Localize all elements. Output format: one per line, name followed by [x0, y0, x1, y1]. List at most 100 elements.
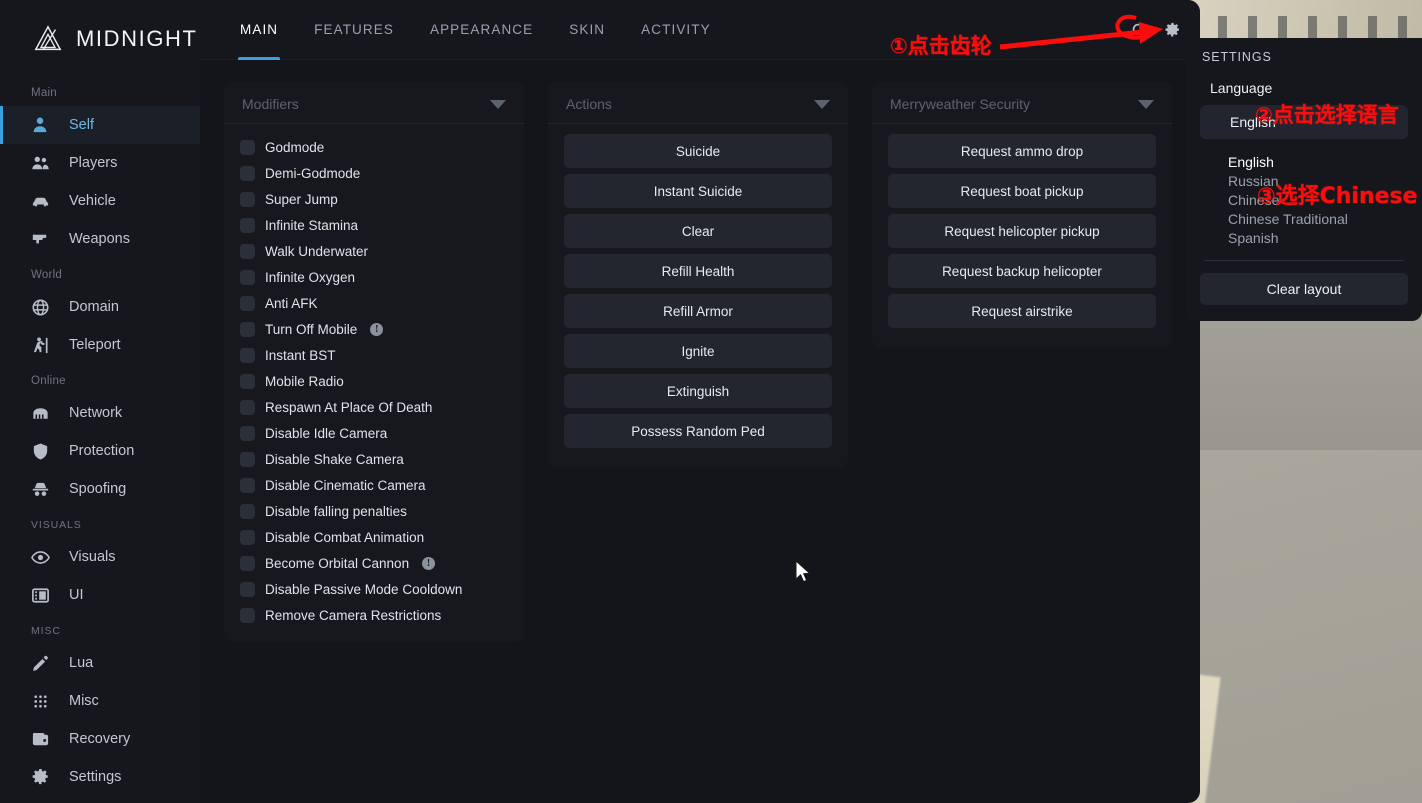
sidebar-item-label: Misc: [69, 693, 99, 709]
sidebar-item-visuals[interactable]: Visuals: [0, 538, 200, 576]
topbar-actions: [1129, 0, 1182, 60]
action-button[interactable]: Request boat pickup: [888, 174, 1156, 208]
checkbox-icon[interactable]: [240, 139, 255, 155]
gear-icon[interactable]: [1162, 20, 1182, 40]
sidebar-item-ui[interactable]: UI: [0, 576, 200, 614]
sidebar-item-spoofing[interactable]: Spoofing: [0, 470, 200, 508]
sidebar-item-network[interactable]: Network: [0, 394, 200, 432]
checkbox-row[interactable]: Godmode: [240, 134, 508, 160]
info-icon[interactable]: !: [370, 322, 384, 336]
checkbox-icon[interactable]: [240, 269, 255, 285]
chevron-down-icon[interactable]: [1138, 99, 1154, 109]
sidebar-item-settings[interactable]: Settings: [0, 758, 200, 796]
checkbox-row[interactable]: Respawn At Place Of Death: [240, 394, 508, 420]
action-button[interactable]: Extinguish: [564, 374, 832, 408]
eye-icon: [31, 548, 50, 567]
language-option-english[interactable]: English: [1228, 153, 1408, 172]
clear-layout-button[interactable]: Clear layout: [1200, 273, 1408, 305]
checkbox-row[interactable]: Infinite Oxygen: [240, 264, 508, 290]
person-icon: [31, 116, 50, 135]
action-button[interactable]: Request airstrike: [888, 294, 1156, 328]
language-option-chinese-traditional[interactable]: Chinese Traditional: [1228, 210, 1408, 229]
checkbox-row[interactable]: Infinite Stamina: [240, 212, 508, 238]
sidebar-item-vehicle[interactable]: Vehicle: [0, 182, 200, 220]
checkbox-row[interactable]: Disable Idle Camera: [240, 420, 508, 446]
action-button[interactable]: Ignite: [564, 334, 832, 368]
checkbox-icon[interactable]: [240, 581, 255, 597]
sidebar-item-label: Players: [69, 155, 118, 171]
sidebar-item-players[interactable]: Players: [0, 144, 200, 182]
action-button[interactable]: Instant Suicide: [564, 174, 832, 208]
checkbox-icon[interactable]: [240, 503, 255, 519]
shield-icon: [31, 442, 50, 461]
sidebar-item-teleport[interactable]: Teleport: [0, 326, 200, 364]
checkbox-icon[interactable]: [240, 529, 255, 545]
settings-title: SETTINGS: [1202, 50, 1272, 64]
checkbox-icon[interactable]: [240, 191, 255, 207]
checkbox-label: Disable falling penalties: [265, 503, 407, 519]
action-button[interactable]: Clear: [564, 214, 832, 248]
checkbox-row[interactable]: Disable Cinematic Camera: [240, 472, 508, 498]
checkbox-row[interactable]: Disable Passive Mode Cooldown: [240, 576, 508, 602]
checkbox-label: Disable Combat Animation: [265, 529, 425, 545]
chevron-down-icon[interactable]: [490, 99, 506, 109]
checkbox-icon[interactable]: [240, 321, 255, 337]
tab-main[interactable]: MAIN: [222, 0, 296, 60]
panel-icon: [31, 586, 50, 605]
tab-skin[interactable]: SKIN: [551, 0, 623, 60]
checkbox-icon[interactable]: [240, 217, 255, 233]
sidebar-item-self[interactable]: Self: [0, 106, 200, 144]
action-button[interactable]: Possess Random Ped: [564, 414, 832, 448]
sidebar-item-domain[interactable]: Domain: [0, 288, 200, 326]
checkbox-icon[interactable]: [240, 555, 255, 571]
info-icon[interactable]: !: [422, 556, 436, 570]
checkbox-row[interactable]: Disable Combat Animation: [240, 524, 508, 550]
top-tabbar: MAIN FEATURES APPEARANCE SKIN ACTIVITY: [200, 0, 1200, 60]
checkbox-row[interactable]: Instant BST: [240, 342, 508, 368]
action-button[interactable]: Request backup helicopter: [888, 254, 1156, 288]
main-area: MAIN FEATURES APPEARANCE SKIN ACTIVITY Modif…: [200, 0, 1200, 803]
action-button[interactable]: Request helicopter pickup: [888, 214, 1156, 248]
action-button[interactable]: Request ammo drop: [888, 134, 1156, 168]
checkbox-row[interactable]: Mobile Radio: [240, 368, 508, 394]
checkbox-icon[interactable]: [240, 165, 255, 181]
checkbox-icon[interactable]: [240, 399, 255, 415]
checkbox-row[interactable]: Become Orbital Cannon!: [240, 550, 508, 576]
checkbox-icon[interactable]: [240, 425, 255, 441]
sidebar-group-label: MISC: [31, 625, 61, 637]
checkbox-row[interactable]: Anti AFK: [240, 290, 508, 316]
panels-row: Modifiers Godmode Demi-Godmode Super Jump In…: [224, 82, 1172, 642]
checkbox-row[interactable]: Demi-Godmode: [240, 160, 508, 186]
sidebar-item-weapons[interactable]: Weapons: [0, 220, 200, 258]
checkbox-icon[interactable]: [240, 295, 255, 311]
checkbox-icon[interactable]: [240, 373, 255, 389]
sidebar-item-misc[interactable]: Misc: [0, 682, 200, 720]
checkbox-label: Infinite Stamina: [265, 217, 359, 233]
chevron-down-icon[interactable]: [814, 99, 830, 109]
checkbox-icon[interactable]: [240, 607, 255, 623]
checkbox-row[interactable]: Disable Shake Camera: [240, 446, 508, 472]
sidebar-item-label: UI: [69, 587, 84, 603]
action-button[interactable]: Refill Health: [564, 254, 832, 288]
sidebar-item-lua[interactable]: Lua: [0, 644, 200, 682]
action-button[interactable]: Refill Armor: [564, 294, 832, 328]
tab-features[interactable]: FEATURES: [296, 0, 412, 60]
checkbox-icon[interactable]: [240, 243, 255, 259]
checkbox-row[interactable]: Remove Camera Restrictions: [240, 602, 508, 628]
search-icon[interactable]: [1129, 20, 1149, 40]
language-option-spanish[interactable]: Spanish: [1228, 229, 1408, 248]
checkbox-row[interactable]: Super Jump: [240, 186, 508, 212]
checkbox-row[interactable]: Turn Off Mobile!: [240, 316, 508, 342]
action-button[interactable]: Suicide: [564, 134, 832, 168]
sidebar-item-label: Self: [69, 117, 94, 133]
checkbox-row[interactable]: Walk Underwater: [240, 238, 508, 264]
checkbox-row[interactable]: Disable falling penalties: [240, 498, 508, 524]
checkbox-icon[interactable]: [240, 451, 255, 467]
annotation-step-2: ②点击选择语言: [1255, 103, 1399, 127]
tab-appearance[interactable]: APPEARANCE: [412, 0, 551, 60]
sidebar-item-recovery[interactable]: Recovery: [0, 720, 200, 758]
checkbox-icon[interactable]: [240, 347, 255, 363]
sidebar-item-protection[interactable]: Protection: [0, 432, 200, 470]
checkbox-icon[interactable]: [240, 477, 255, 493]
tab-activity[interactable]: ACTIVITY: [623, 0, 729, 60]
